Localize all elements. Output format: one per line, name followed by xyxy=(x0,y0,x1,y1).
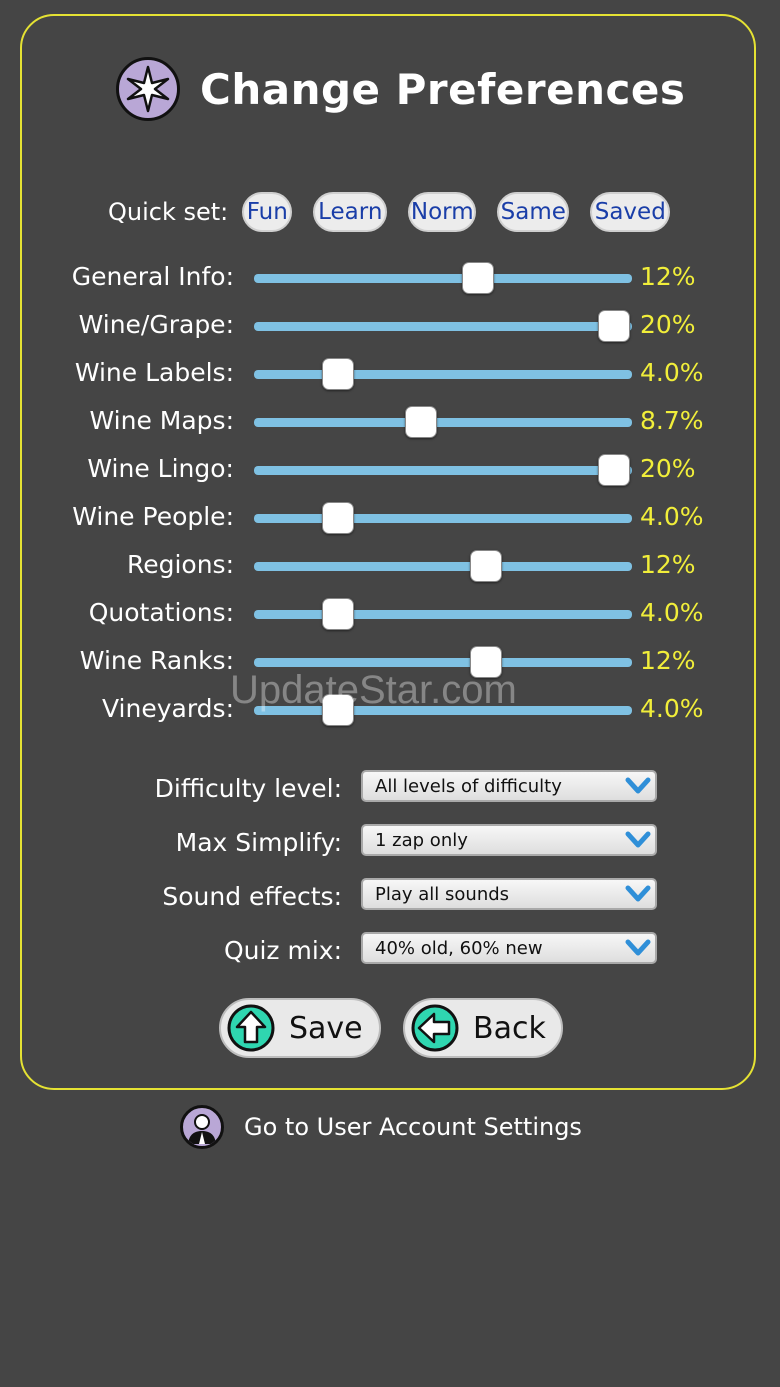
page-title: Change Preferences xyxy=(200,64,686,114)
select-label: Sound effects: xyxy=(162,882,342,911)
max-simplify-select[interactable]: 1 zap only xyxy=(361,824,657,856)
quick-set-learn-button[interactable]: Learn xyxy=(313,192,388,232)
slider-thumb[interactable] xyxy=(322,694,355,726)
quick-set-norm-button[interactable]: Norm xyxy=(408,192,477,232)
user-account-settings-link[interactable]: Go to User Account Settings xyxy=(180,1104,582,1150)
slider-label: Wine/Grape: xyxy=(78,310,234,339)
slider-row-wine-maps: Wine Maps: 8.7% xyxy=(22,398,758,446)
slider-thumb[interactable] xyxy=(405,406,438,438)
user-avatar-icon xyxy=(180,1105,224,1149)
slider-label: Wine Labels: xyxy=(74,358,234,387)
difficulty-level-row: Difficulty level: All levels of difficul… xyxy=(22,770,758,806)
slider-track[interactable] xyxy=(254,694,632,726)
quick-set-row: Quick set: Fun Learn Norm Same Saved xyxy=(108,190,691,234)
slider-track[interactable] xyxy=(254,502,632,534)
slider-label: Vineyards: xyxy=(102,694,234,723)
slider-track[interactable] xyxy=(254,550,632,582)
back-button[interactable]: Back xyxy=(403,998,563,1058)
slider-track[interactable] xyxy=(254,310,632,342)
left-arrow-icon xyxy=(411,1004,459,1052)
slider-label: Wine People: xyxy=(72,502,234,531)
select-label: Difficulty level: xyxy=(154,774,342,803)
slider-track[interactable] xyxy=(254,646,632,678)
slider-track[interactable] xyxy=(254,262,632,294)
chevron-down-icon xyxy=(625,883,651,905)
slider-value: 12% xyxy=(640,646,696,675)
chevron-down-icon xyxy=(625,829,651,851)
slider-thumb[interactable] xyxy=(598,310,631,342)
up-arrow-icon xyxy=(227,1004,275,1052)
select-label: Max Simplify: xyxy=(175,828,342,857)
slider-value: 4.0% xyxy=(640,694,704,723)
slider-value: 8.7% xyxy=(640,406,704,435)
quick-set-label: Quick set: xyxy=(108,198,229,226)
slider-row-wine-people: Wine People: 4.0% xyxy=(22,494,758,542)
slider-row-vineyards: Vineyards: 4.0% xyxy=(22,686,758,734)
slider-row-wine-lingo: Wine Lingo: 20% xyxy=(22,446,758,494)
slider-row-regions: Regions: 12% xyxy=(22,542,758,590)
slider-row-wine-ranks: Wine Ranks: 12% xyxy=(22,638,758,686)
slider-thumb[interactable] xyxy=(469,550,502,582)
slider-row-general-info: General Info: 12% xyxy=(22,254,758,302)
header: Change Preferences xyxy=(116,54,685,124)
slider-value: 12% xyxy=(640,550,696,579)
slider-label: Quotations: xyxy=(88,598,234,627)
slider-row-wine-labels: Wine Labels: 4.0% xyxy=(22,350,758,398)
account-settings-label: Go to User Account Settings xyxy=(244,1113,582,1141)
slider-label: Wine Maps: xyxy=(89,406,235,435)
star-compass-icon xyxy=(116,57,180,121)
quick-set-same-button[interactable]: Same xyxy=(497,192,570,232)
slider-thumb[interactable] xyxy=(322,502,355,534)
slider-label: Wine Lingo: xyxy=(87,454,234,483)
slider-value: 4.0% xyxy=(640,502,704,531)
sound-effects-select[interactable]: Play all sounds xyxy=(361,878,657,910)
save-button[interactable]: Save xyxy=(219,998,381,1058)
slider-track[interactable] xyxy=(254,358,632,390)
slider-value: 20% xyxy=(640,454,696,483)
slider-track[interactable] xyxy=(254,406,632,438)
quick-set-fun-button[interactable]: Fun xyxy=(242,192,293,232)
difficulty-level-select[interactable]: All levels of difficulty xyxy=(361,770,657,802)
slider-thumb[interactable] xyxy=(462,262,495,294)
slider-value: 20% xyxy=(640,310,696,339)
preferences-panel: Change Preferences Quick set: Fun Learn … xyxy=(20,14,756,1090)
chevron-down-icon xyxy=(625,775,651,797)
slider-row-wine-grape: Wine/Grape: 20% xyxy=(22,302,758,350)
slider-thumb[interactable] xyxy=(469,646,502,678)
slider-row-quotations: Quotations: 4.0% xyxy=(22,590,758,638)
quiz-mix-select[interactable]: 40% old, 60% new xyxy=(361,932,657,964)
select-value: All levels of difficulty xyxy=(375,775,562,797)
max-simplify-row: Max Simplify: 1 zap only xyxy=(22,824,758,860)
slider-track[interactable] xyxy=(254,454,632,486)
select-value: Play all sounds xyxy=(375,883,510,905)
back-label: Back xyxy=(473,1010,546,1046)
quick-set-saved-button[interactable]: Saved xyxy=(590,192,671,232)
slider-thumb[interactable] xyxy=(322,598,355,630)
slider-value: 4.0% xyxy=(640,598,704,627)
slider-label: Regions: xyxy=(126,550,234,579)
select-label: Quiz mix: xyxy=(223,936,342,965)
slider-label: General Info: xyxy=(71,262,234,291)
slider-value: 12% xyxy=(640,262,696,291)
slider-value: 4.0% xyxy=(640,358,704,387)
save-label: Save xyxy=(289,1010,363,1046)
select-value: 1 zap only xyxy=(375,829,468,851)
slider-track[interactable] xyxy=(254,598,632,630)
chevron-down-icon xyxy=(625,937,651,959)
select-value: 40% old, 60% new xyxy=(375,937,543,959)
slider-thumb[interactable] xyxy=(322,358,355,390)
slider-label: Wine Ranks: xyxy=(79,646,234,675)
sound-effects-row: Sound effects: Play all sounds xyxy=(22,878,758,914)
quiz-mix-row: Quiz mix: 40% old, 60% new xyxy=(22,932,758,968)
slider-thumb[interactable] xyxy=(598,454,631,486)
